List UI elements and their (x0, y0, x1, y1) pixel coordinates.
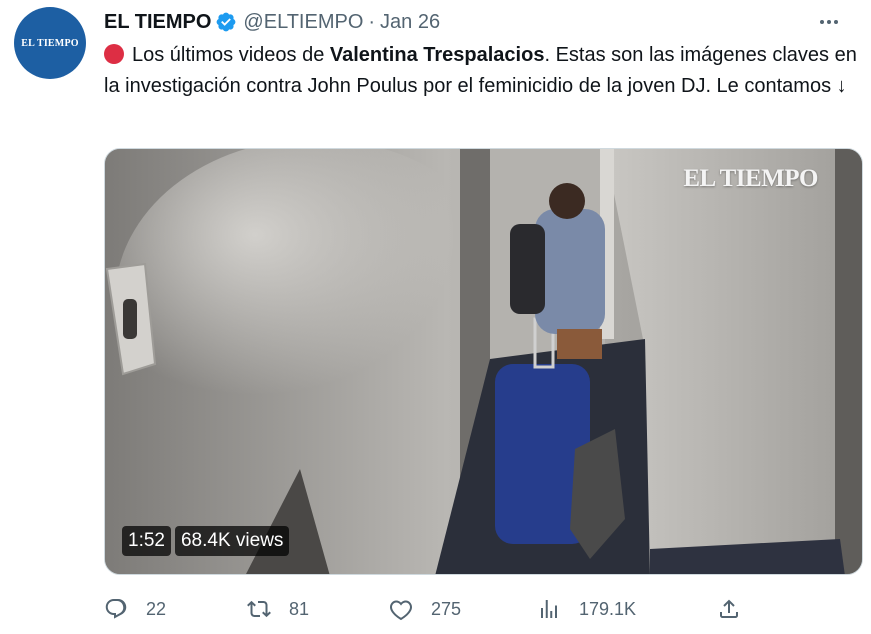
reply-count: 22 (146, 598, 167, 619)
share-button[interactable] (717, 597, 759, 621)
views-button[interactable]: 179.1K (537, 597, 717, 621)
heart-icon (390, 600, 412, 621)
video-player[interactable]: EL TIEMPO 1:52 68.4K views (104, 148, 863, 575)
video-watermark: EL TIEMPO (683, 165, 818, 192)
tweet-date[interactable]: Jan 26 (380, 11, 440, 34)
verified-badge-icon[interactable] (215, 11, 237, 33)
reply-icon (105, 599, 127, 619)
tweet-text-part1: Los últimos videos de (132, 44, 330, 66)
video-views: 68.4K views (174, 526, 290, 556)
video-info-badge: 1:52 68.4K views (122, 526, 290, 556)
account-name[interactable]: EL TIEMPO (104, 11, 211, 34)
retweet-button[interactable]: 81 (247, 597, 389, 621)
separator-dot: · (368, 10, 376, 33)
like-count: 275 (431, 598, 462, 619)
tweet-text-highlight[interactable]: Valentina Trespalacios (330, 44, 545, 66)
tweet-text: Los últimos videos de Valentina Trespala… (104, 40, 866, 102)
views-chart-icon (541, 600, 557, 618)
like-button[interactable]: 275 (389, 597, 537, 621)
reply-button[interactable]: 22 (104, 597, 247, 621)
tweet-header: EL TIEMPO @ELTIEMPO · Jan 26 (104, 9, 851, 35)
avatar[interactable]: EL TIEMPO (14, 7, 86, 79)
tweet-actions: 22 81 275 179.1K (104, 592, 864, 626)
more-icon[interactable] (815, 9, 843, 35)
video-duration: 1:52 (122, 526, 171, 556)
account-handle[interactable]: @ELTIEMPO (243, 11, 363, 34)
views-count: 179.1K (579, 598, 637, 619)
retweet-count: 81 (289, 598, 310, 619)
share-icon (720, 599, 738, 618)
avatar-text: EL TIEMPO (21, 37, 79, 49)
red-circle-icon (104, 44, 124, 64)
video-thumbnail (105, 149, 862, 574)
retweet-icon (247, 600, 271, 618)
